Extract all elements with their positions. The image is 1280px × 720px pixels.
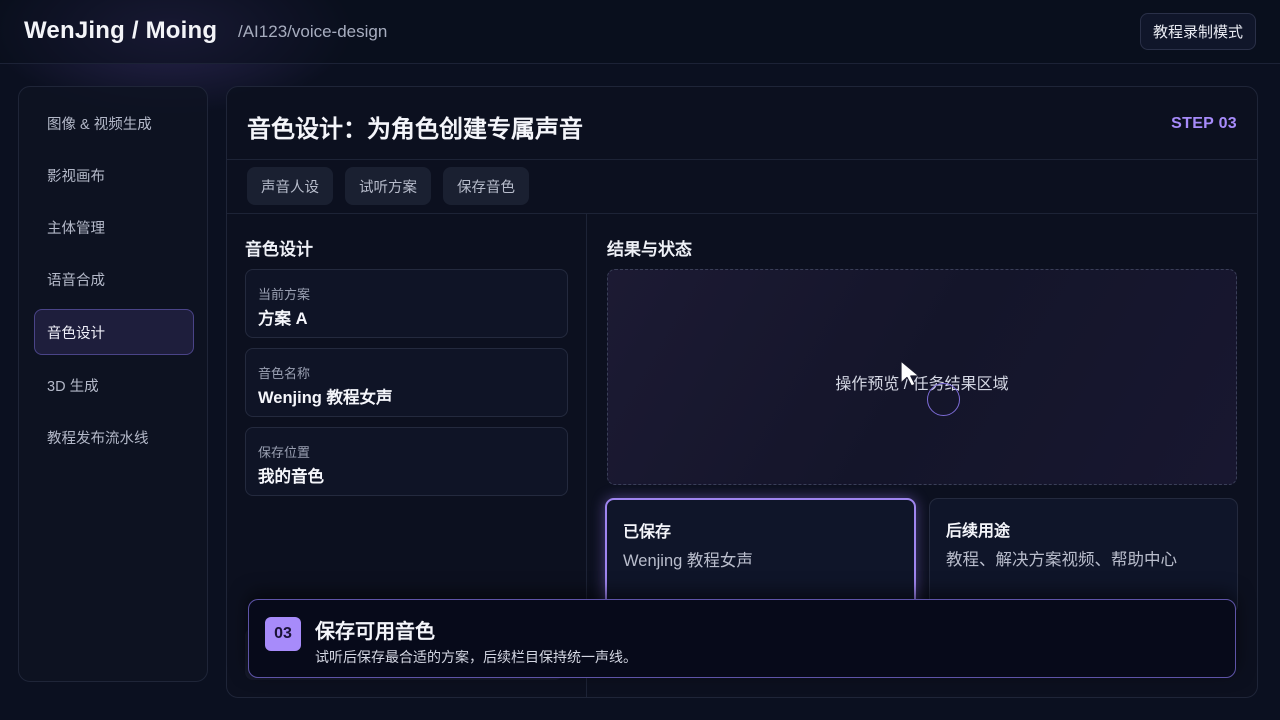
field-save-location[interactable]: 保存位置 我的音色: [245, 427, 568, 496]
usage-card-value: 教程、解决方案视频、帮助中心: [946, 551, 1177, 569]
sidebar-item-image-video[interactable]: 图像 & 视频生成: [34, 100, 194, 146]
sidebar-nav: 图像 & 视频生成 影视画布 主体管理 语音合成 音色设计 3D 生成 教程发布…: [18, 86, 208, 682]
brand-title: WenJing / Moing: [24, 17, 218, 44]
tabs-divider: [227, 213, 1257, 214]
header-divider: [227, 159, 1257, 160]
mouse-cursor-icon: [900, 360, 920, 387]
banner-description: 试听后保存最合适的方案，后续栏目保持统一声线。: [315, 649, 637, 665]
sidebar-item-3d-generation[interactable]: 3D 生成: [34, 362, 194, 408]
sidebar-item-voice-design[interactable]: 音色设计: [34, 309, 194, 355]
field-value: Wenjing 教程女声: [258, 389, 393, 407]
results-section-title: 结果与状态: [607, 240, 692, 259]
top-bar: WenJing / Moing /AI123/voice-design 教程录制…: [0, 0, 1280, 64]
step-banner: 03 保存可用音色 试听后保存最合适的方案，后续栏目保持统一声线。: [248, 599, 1236, 678]
tab-save-voice[interactable]: 保存音色: [443, 167, 529, 205]
route-path: /AI123/voice-design: [238, 22, 388, 41]
saved-card-title: 已保存: [623, 524, 672, 541]
saved-card-value: Wenjing 教程女声: [623, 552, 753, 570]
field-label: 当前方案: [258, 287, 311, 302]
page-title: 音色设计：为角色创建专属声音: [247, 116, 583, 143]
step-indicator: STEP 03: [1171, 115, 1237, 132]
tab-voice-persona[interactable]: 声音人设: [247, 167, 333, 205]
sidebar-item-subject-management[interactable]: 主体管理: [34, 204, 194, 250]
field-label: 保存位置: [258, 445, 311, 460]
banner-title: 保存可用音色: [315, 621, 435, 643]
field-value: 方案 A: [258, 310, 308, 328]
sidebar-item-speech-synthesis[interactable]: 语音合成: [34, 256, 194, 302]
saved-status-card[interactable]: 已保存 Wenjing 教程女声: [605, 498, 916, 614]
design-section-title: 音色设计: [245, 240, 313, 259]
field-current-plan[interactable]: 当前方案 方案 A: [245, 269, 568, 338]
tab-audition-plan[interactable]: 试听方案: [345, 167, 431, 205]
click-ring-indicator: [927, 383, 960, 416]
banner-step-number: 03: [265, 617, 301, 651]
usage-card-title: 后续用途: [946, 523, 1011, 540]
tutorial-mode-button[interactable]: 教程录制模式: [1139, 13, 1256, 50]
field-voice-name[interactable]: 音色名称 Wenjing 教程女声: [245, 348, 568, 417]
sidebar-item-publish-pipeline[interactable]: 教程发布流水线: [34, 414, 194, 460]
field-value: 我的音色: [258, 468, 324, 486]
field-label: 音色名称: [258, 366, 311, 381]
usage-card: 后续用途 教程、解决方案视频、帮助中心: [929, 498, 1238, 614]
sidebar-item-film-canvas[interactable]: 影视画布: [34, 152, 194, 198]
